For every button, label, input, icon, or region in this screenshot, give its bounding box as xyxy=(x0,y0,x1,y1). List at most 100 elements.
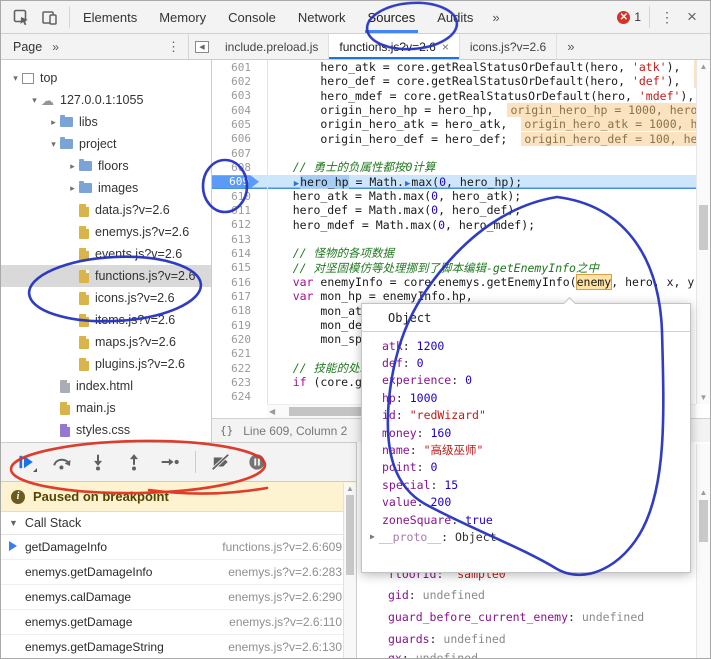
code-line-606[interactable]: 606 origin_hero_def = hero_def;origin_he… xyxy=(212,132,710,146)
call-stack-frame-enemys-getdamageinfo[interactable]: enemys.getDamageInfoenemys.js?v=2.6:283 xyxy=(1,560,356,585)
line-number[interactable]: 621 xyxy=(212,347,259,360)
close-tab-icon[interactable]: × xyxy=(442,40,449,54)
tree-item-floors[interactable]: ▸floors xyxy=(1,155,211,177)
step-over-button[interactable] xyxy=(51,451,73,473)
scope-scroll-thumb[interactable] xyxy=(699,500,708,542)
code-line-605[interactable]: 605 origin_hero_atk = hero_atk,origin_he… xyxy=(212,117,710,131)
line-number[interactable]: 607 xyxy=(212,147,259,160)
code-line-611[interactable]: 611 hero_def = Math.max(0, hero_def); xyxy=(212,203,710,217)
step-button[interactable] xyxy=(159,451,181,473)
editor-tab-functions-js-v-2-6[interactable]: functions.js?v=2.6× xyxy=(329,34,459,59)
code-line-601[interactable]: 601 hero_atk = core.getRealStatusOrDefau… xyxy=(212,60,710,74)
line-number[interactable]: 605 xyxy=(212,118,259,131)
code-line-609[interactable]: 609 ▶hero_hp = Math.▶max(0, hero_hp); xyxy=(212,175,710,189)
pause-on-exceptions-button[interactable] xyxy=(246,451,268,473)
tree-item-plugins-js-v-2-6[interactable]: plugins.js?v=2.6 xyxy=(1,353,211,375)
popup-prop-proto[interactable]: ▶__proto__: Object xyxy=(362,528,690,545)
line-number[interactable]: 617 xyxy=(212,290,259,303)
line-number[interactable]: 623 xyxy=(212,376,259,389)
error-badge[interactable]: ✕ 1 xyxy=(617,10,641,24)
panel-overflow-chevron[interactable]: » xyxy=(484,10,507,25)
code-line-608[interactable]: 608 // 勇士的负属性都按0计算 xyxy=(212,160,710,174)
panel-tab-elements[interactable]: Elements xyxy=(72,1,148,33)
navigator-menu-icon[interactable]: ⋮ xyxy=(167,42,188,51)
navigator-overflow-chevron[interactable]: » xyxy=(52,40,59,54)
scope-var-gx[interactable]: gx: undefined xyxy=(388,647,478,658)
line-number[interactable]: 609 xyxy=(212,175,259,188)
call-stack-frame-enemys-caldamage[interactable]: enemys.calDamageenemys.js?v=2.6:290 xyxy=(1,585,356,610)
line-number[interactable]: 620 xyxy=(212,333,259,346)
tree-item-main-js[interactable]: main.js xyxy=(1,397,211,419)
tree-item-icons-js-v-2-6[interactable]: icons.js?v=2.6 xyxy=(1,287,211,309)
tree-item-top[interactable]: ▾top xyxy=(1,67,211,89)
scroll-up-icon[interactable]: ▲ xyxy=(344,484,356,493)
scroll-up-icon[interactable]: ▲ xyxy=(697,62,710,71)
tree-item-styles-css[interactable]: styles.css xyxy=(1,419,211,441)
pretty-print-icon[interactable]: {} xyxy=(220,424,233,437)
editor-tab-icons-js-v-2-6[interactable]: icons.js?v=2.6 xyxy=(460,34,557,59)
line-number[interactable]: 624 xyxy=(212,390,259,403)
call-stack-frame-enemys-getdamage[interactable]: enemys.getDamageenemys.js?v=2.6:110 xyxy=(1,610,356,635)
tree-item-index-html[interactable]: index.html xyxy=(1,375,211,397)
code-line-616[interactable]: 616 var enemyInfo = core.enemys.getEnemy… xyxy=(212,275,710,289)
line-number[interactable]: 610 xyxy=(212,190,259,203)
call-stack-frame-getdamageinfo[interactable]: getDamageInfofunctions.js?v=2.6:609 xyxy=(1,535,356,560)
scope-var-guard-before-current-enemy[interactable]: guard_before_current_enemy: undefined xyxy=(388,606,644,627)
tree-item-127-0-0-1-1055[interactable]: ▾☁127.0.0.1:1055 xyxy=(1,89,211,111)
inspect-element-icon[interactable] xyxy=(9,5,33,29)
scroll-up-icon[interactable]: ▲ xyxy=(697,488,710,497)
line-number[interactable]: 615 xyxy=(212,261,259,274)
tree-item-items-js-v-2-6[interactable]: items.js?v=2.6 xyxy=(1,309,211,331)
step-into-button[interactable] xyxy=(87,451,109,473)
callstack-scroll-thumb[interactable] xyxy=(346,495,354,575)
line-number[interactable]: 613 xyxy=(212,233,259,246)
line-number[interactable]: 603 xyxy=(212,89,259,102)
line-number[interactable]: 604 xyxy=(212,104,259,117)
panel-tab-sources[interactable]: Sources xyxy=(357,1,427,33)
call-stack-frame-enemys-getdamagestring[interactable]: enemys.getDamageStringenemys.js?v=2.6:13… xyxy=(1,635,356,658)
step-out-button[interactable] xyxy=(123,451,145,473)
navigator-tab-page[interactable]: Page xyxy=(1,34,52,59)
vscroll-thumb[interactable] xyxy=(699,205,708,250)
tree-item-data-js-v-2-6[interactable]: data.js?v=2.6 xyxy=(1,199,211,221)
scroll-down-icon[interactable]: ▼ xyxy=(697,393,710,402)
hide-navigator-icon[interactable]: ◀ xyxy=(189,34,215,59)
line-number[interactable]: 614 xyxy=(212,247,259,260)
code-line-612[interactable]: 612 hero_mdef = Math.max(0, hero_mdef); xyxy=(212,218,710,232)
editor-vertical-scrollbar[interactable]: ▲ ▼ xyxy=(696,60,710,404)
code-line-602[interactable]: 602 hero_def = core.getRealStatusOrDefau… xyxy=(212,74,710,88)
tree-item-project[interactable]: ▾project xyxy=(1,133,211,155)
tree-item-events-js-v-2-6[interactable]: events.js?v=2.6 xyxy=(1,243,211,265)
scope-var-gid[interactable]: gid: undefined xyxy=(388,584,485,605)
call-stack-header[interactable]: ▼ Call Stack xyxy=(1,512,356,535)
code-line-613[interactable]: 613 xyxy=(212,232,710,246)
close-devtools-icon[interactable]: × xyxy=(682,7,702,27)
line-number[interactable]: 622 xyxy=(212,362,259,375)
code-line-615[interactable]: 615 // 对坚固模仿等处理挪到了脚本编辑-getEnemyInfo之中 xyxy=(212,261,710,275)
panel-tab-network[interactable]: Network xyxy=(287,1,357,33)
editor-tab-include-preload-js[interactable]: include.preload.js xyxy=(215,34,329,59)
tree-item-enemys-js-v-2-6[interactable]: enemys.js?v=2.6 xyxy=(1,221,211,243)
tabs-overflow-chevron[interactable]: » xyxy=(557,34,584,59)
deactivate-breakpoints-button[interactable] xyxy=(210,451,232,473)
code-line-614[interactable]: 614 // 怪物的各项数据 xyxy=(212,246,710,260)
tree-item-maps-js-v-2-6[interactable]: maps.js?v=2.6 xyxy=(1,331,211,353)
line-number[interactable]: 616 xyxy=(212,276,259,289)
line-number[interactable]: 608 xyxy=(212,161,259,174)
line-number[interactable]: 606 xyxy=(212,132,259,145)
tree-item-images[interactable]: ▸images xyxy=(1,177,211,199)
devtools-menu-icon[interactable]: ⋮ xyxy=(658,12,676,22)
scope-scrollbar[interactable]: ▲ xyxy=(696,444,710,658)
device-toolbar-icon[interactable] xyxy=(37,5,61,29)
panel-tab-memory[interactable]: Memory xyxy=(148,1,217,33)
tree-item-functions-js-v-2-6[interactable]: functions.js?v=2.6 xyxy=(1,265,211,287)
resume-button[interactable] xyxy=(15,451,37,473)
scope-var-guards[interactable]: guards: undefined xyxy=(388,628,506,649)
panel-tab-console[interactable]: Console xyxy=(217,1,287,33)
scroll-left-icon[interactable]: ◀ xyxy=(269,407,275,416)
panel-tab-audits[interactable]: Audits xyxy=(426,1,484,33)
code-line-604[interactable]: 604 origin_hero_hp = hero_hp,origin_hero… xyxy=(212,103,710,117)
line-number[interactable]: 602 xyxy=(212,75,259,88)
code-line-610[interactable]: 610 hero_atk = Math.max(0, hero_atk); xyxy=(212,189,710,203)
code-line-603[interactable]: 603 hero_mdef = core.getRealStatusOrDefa… xyxy=(212,89,710,103)
